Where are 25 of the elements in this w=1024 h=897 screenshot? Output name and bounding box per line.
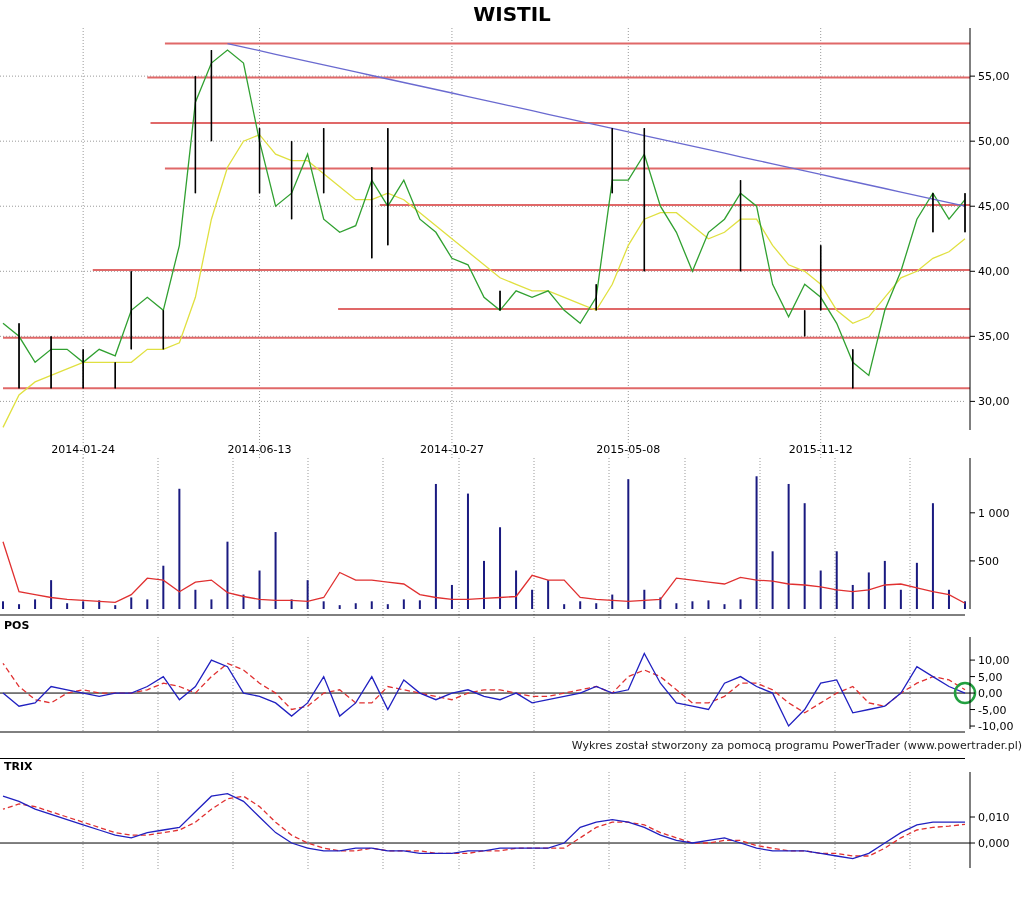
- axis-label: 0,000: [978, 837, 1010, 850]
- axis-label: 0,010: [978, 811, 1010, 824]
- highlight-circle: [953, 681, 977, 705]
- axis-label: 40,00: [978, 265, 1010, 279]
- axis-label: 30,00: [978, 395, 1010, 409]
- axis-label: 1 000: [978, 506, 1010, 520]
- credit-text: Wykres został stworzony za pomocą programu PowerTrader (www.powertrader.pl): [571, 738, 1022, 752]
- chart-title: POS: [4, 620, 30, 631]
- chart-title: WISTIL: [473, 4, 551, 24]
- axis-label: 2015-11-12: [788, 443, 853, 456]
- axis-label: 2014-01-24: [51, 443, 116, 456]
- chart-title: TRIX: [4, 761, 33, 772]
- axis-label: 0,00: [978, 687, 1003, 701]
- axis-label: 55,00: [978, 70, 1010, 84]
- axis-label: 50,00: [978, 135, 1010, 149]
- axis-label: 2014-10-27: [419, 443, 484, 456]
- axis-label: 35,00: [978, 330, 1010, 344]
- axis-label: 5,00: [978, 670, 1003, 684]
- axis-label: 2014-06-13: [227, 443, 292, 456]
- axis-label: 500: [978, 554, 999, 568]
- axis-label: -10,00: [978, 720, 1014, 733]
- axis-label: 45,00: [978, 200, 1010, 214]
- axis-label: 10,00: [978, 654, 1010, 668]
- axis-label: 2015-05-08: [596, 443, 661, 456]
- axis-label: -5,00: [978, 703, 1007, 717]
